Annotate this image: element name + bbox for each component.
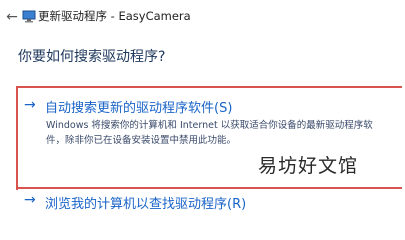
option-auto-search-button[interactable]: 自动搜索更新的驱动程序软件(S)	[45, 97, 232, 116]
option-auto-search-description-line1: Windows 将搜索你的计算机和 Internet 以获取适合你设备的最新驱动…	[46, 120, 373, 131]
device-manager-icon	[22, 10, 36, 23]
page-heading: 你要如何搜索驱动程序?	[18, 49, 166, 65]
arrow-right-icon: →	[24, 192, 36, 208]
highlight-border-bottom	[16, 187, 402, 189]
option-browse-computer-button[interactable]: 浏览我的计算机以查找驱动程序(R)	[45, 193, 246, 212]
window-title: 更新驱动程序 - EasyCamera	[38, 9, 191, 23]
option-auto-search-description-line2: 件，除非你已在设备安装设置中禁用此功能。	[46, 135, 237, 146]
title-bar: ← 更新驱动程序 - EasyCamera	[0, 0, 405, 34]
watermark-text: 易坊好文馆	[258, 155, 359, 177]
arrow-right-icon: →	[24, 97, 36, 113]
back-arrow-icon[interactable]: ←	[4, 9, 20, 25]
